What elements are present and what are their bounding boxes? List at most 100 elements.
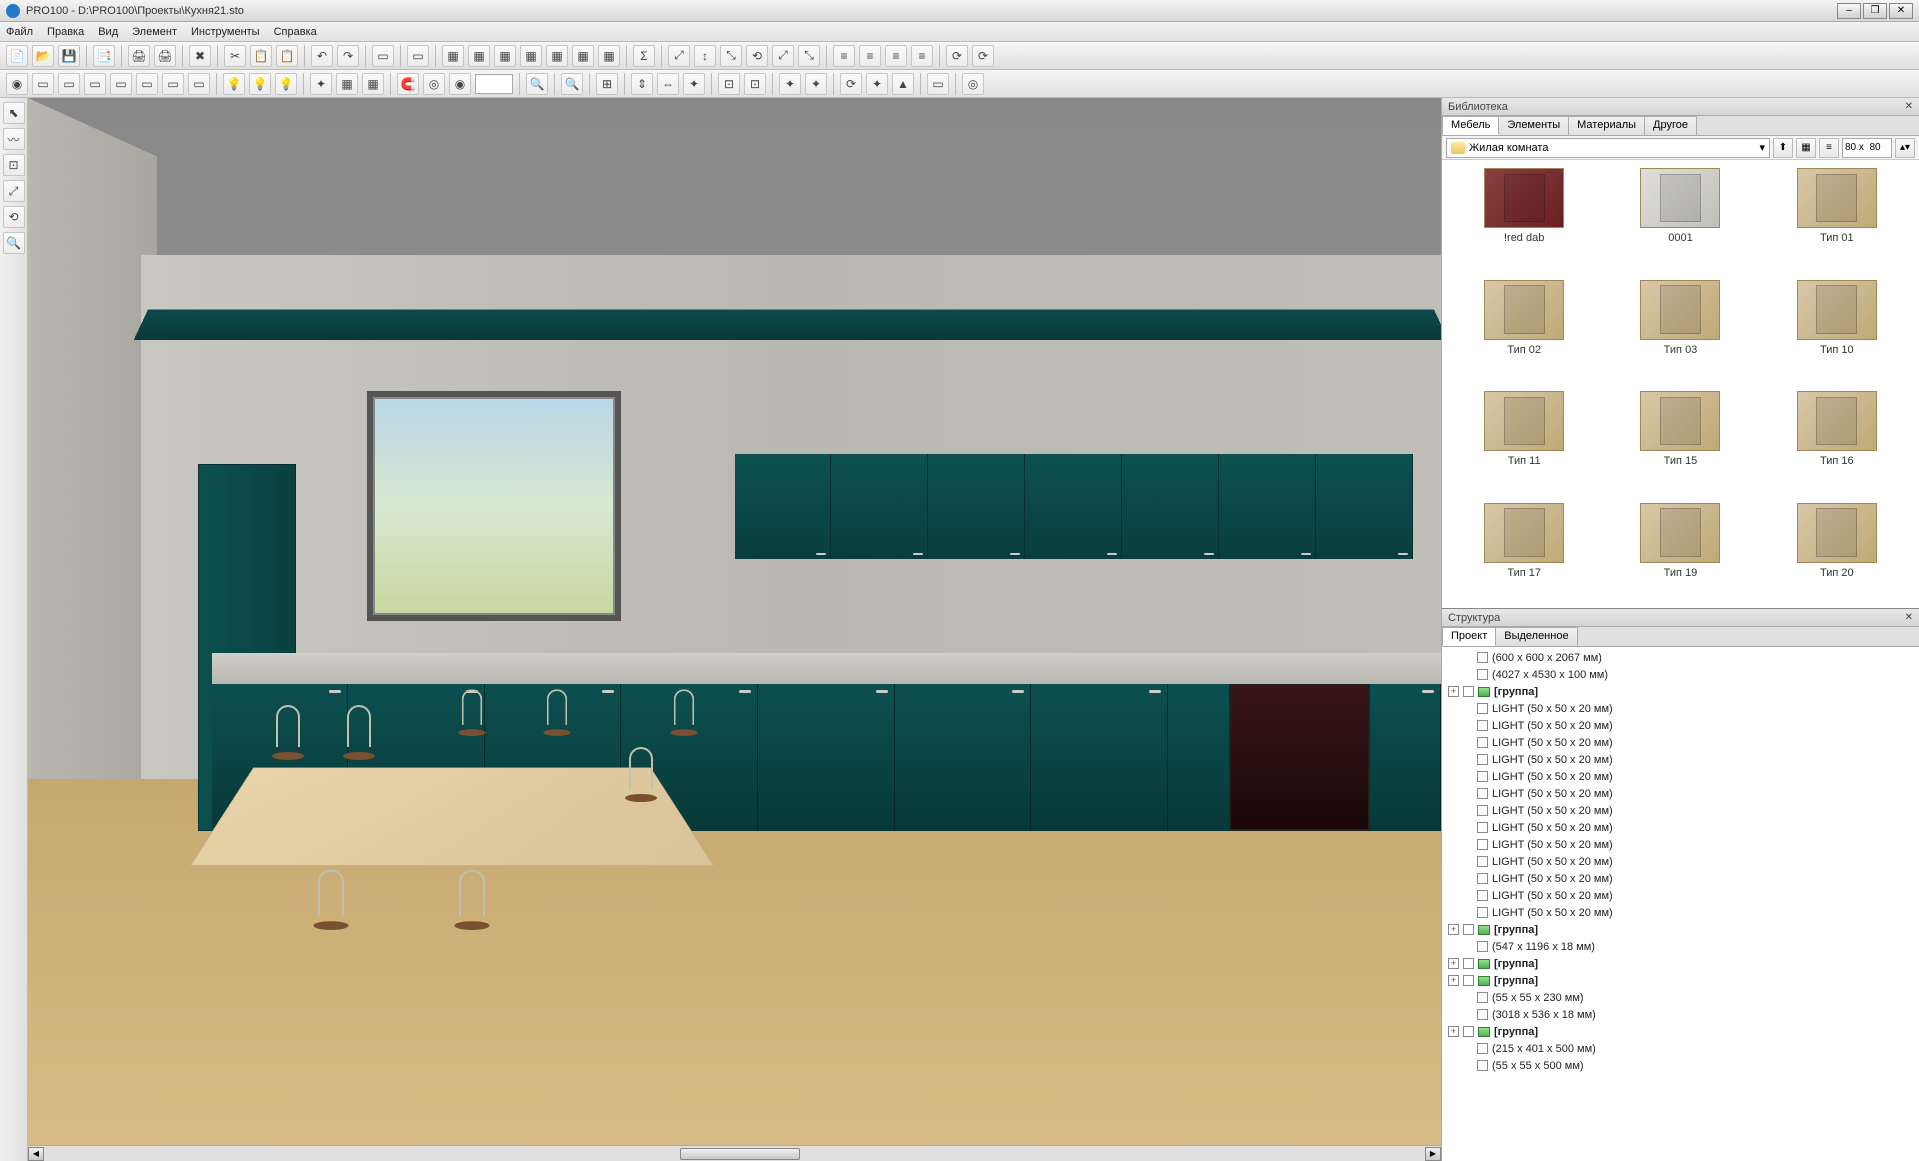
tree-checkbox-icon[interactable] bbox=[1477, 703, 1488, 714]
tree-item-row[interactable]: LIGHT (50 x 50 x 20 мм) bbox=[1444, 904, 1917, 921]
tree-item-row[interactable]: LIGHT (50 x 50 x 20 мм) bbox=[1444, 870, 1917, 887]
toolbar-button[interactable]: ↕ bbox=[694, 45, 716, 67]
menu-файл[interactable]: Файл bbox=[6, 26, 33, 38]
toolbar-button[interactable]: 🔍 bbox=[561, 73, 583, 95]
toolbar-button[interactable]: ✦ bbox=[683, 73, 705, 95]
toolbar-button[interactable]: 📂 bbox=[32, 45, 54, 67]
toolbar-button[interactable]: ≡ bbox=[885, 45, 907, 67]
library-item[interactable]: Тип 02 bbox=[1450, 280, 1598, 378]
tree-item-row[interactable]: (547 x 1196 x 18 мм) bbox=[1444, 938, 1917, 955]
library-item[interactable]: Тип 20 bbox=[1763, 503, 1911, 601]
toolbar-button[interactable]: ▦ bbox=[442, 45, 464, 67]
library-tab-1[interactable]: Элементы bbox=[1498, 116, 1569, 135]
scroll-thumb[interactable] bbox=[680, 1148, 800, 1160]
left-tool-button[interactable]: ⊡ bbox=[3, 154, 25, 176]
tree-item-row[interactable]: LIGHT (50 x 50 x 20 мм) bbox=[1444, 717, 1917, 734]
toolbar-button[interactable]: ▭ bbox=[372, 45, 394, 67]
toolbar-button[interactable]: ▭ bbox=[407, 45, 429, 67]
tree-item-row[interactable]: LIGHT (50 x 50 x 20 мм) bbox=[1444, 700, 1917, 717]
toolbar-button[interactable]: ↶ bbox=[311, 45, 333, 67]
toolbar-button[interactable]: Σ bbox=[633, 45, 655, 67]
scroll-right-arrow[interactable]: ▶ bbox=[1425, 1147, 1441, 1161]
toolbar-button[interactable]: ▦ bbox=[336, 73, 358, 95]
toolbar-button[interactable]: ⟳ bbox=[972, 45, 994, 67]
horizontal-scrollbar[interactable]: ◀ ▶ bbox=[28, 1145, 1441, 1161]
toolbar-button[interactable]: ▦ bbox=[598, 45, 620, 67]
tree-item-row[interactable]: LIGHT (50 x 50 x 20 мм) bbox=[1444, 836, 1917, 853]
toolbar-button[interactable]: ▭ bbox=[162, 73, 184, 95]
tree-item-row[interactable]: LIGHT (50 x 50 x 20 мм) bbox=[1444, 802, 1917, 819]
toolbar-button[interactable]: ◉ bbox=[449, 73, 471, 95]
toolbar-button[interactable]: ⊞ bbox=[596, 73, 618, 95]
toolbar-button[interactable]: ▦ bbox=[546, 45, 568, 67]
library-item[interactable]: Тип 17 bbox=[1450, 503, 1598, 601]
up-folder-button[interactable]: ⬆ bbox=[1773, 138, 1793, 158]
toolbar-button[interactable]: ▭ bbox=[110, 73, 132, 95]
tree-checkbox-icon[interactable] bbox=[1477, 788, 1488, 799]
left-tool-button[interactable]: ⬉ bbox=[3, 102, 25, 124]
tree-checkbox-icon[interactable] bbox=[1477, 907, 1488, 918]
library-path-combo[interactable]: Жилая комната ▾ bbox=[1446, 138, 1770, 158]
toolbar-button[interactable]: ▦ bbox=[362, 73, 384, 95]
toolbar-button[interactable]: ▦ bbox=[572, 45, 594, 67]
library-tab-3[interactable]: Другое bbox=[1644, 116, 1697, 135]
toolbar-button[interactable]: ▭ bbox=[927, 73, 949, 95]
tree-checkbox-icon[interactable] bbox=[1477, 652, 1488, 663]
toolbar-button[interactable]: ⊡ bbox=[744, 73, 766, 95]
toolbar-button[interactable]: ⤢ bbox=[668, 45, 690, 67]
library-item[interactable]: Тип 01 bbox=[1763, 168, 1911, 266]
thumbnail-size-input[interactable] bbox=[1842, 138, 1892, 158]
maximize-button[interactable]: ❐ bbox=[1863, 3, 1887, 19]
toolbar-button[interactable]: 📋 bbox=[276, 45, 298, 67]
library-close-icon[interactable]: ✕ bbox=[1905, 101, 1913, 112]
tree-checkbox-icon[interactable] bbox=[1477, 754, 1488, 765]
toolbar-button[interactable]: ▭ bbox=[188, 73, 210, 95]
toolbar-button[interactable]: ▦ bbox=[468, 45, 490, 67]
scroll-left-arrow[interactable]: ◀ bbox=[28, 1147, 44, 1161]
tree-expander-icon[interactable]: + bbox=[1448, 686, 1459, 697]
tree-expander-icon[interactable]: + bbox=[1448, 1026, 1459, 1037]
tree-checkbox-icon[interactable] bbox=[1477, 737, 1488, 748]
tree-checkbox-icon[interactable] bbox=[1477, 1009, 1488, 1020]
library-item[interactable]: Тип 16 bbox=[1763, 391, 1911, 489]
library-item[interactable]: Тип 03 bbox=[1606, 280, 1754, 378]
toolbar-button[interactable]: 💡 bbox=[223, 73, 245, 95]
toolbar-button[interactable]: 🧲 bbox=[397, 73, 419, 95]
toolbar-button[interactable]: ⊡ bbox=[718, 73, 740, 95]
toolbar-button[interactable]: ✦ bbox=[779, 73, 801, 95]
tree-checkbox-icon[interactable] bbox=[1477, 771, 1488, 782]
toolbar-button[interactable]: ▦ bbox=[520, 45, 542, 67]
library-item[interactable]: Тип 19 bbox=[1606, 503, 1754, 601]
tree-item-row[interactable]: (55 x 55 x 230 мм) bbox=[1444, 989, 1917, 1006]
toolbar-button[interactable]: ⇔ bbox=[657, 73, 679, 95]
library-tab-2[interactable]: Материалы bbox=[1568, 116, 1645, 135]
tree-group-row[interactable]: +[группа] bbox=[1444, 921, 1917, 938]
toolbar-button[interactable]: ◉ bbox=[6, 73, 28, 95]
tree-group-row[interactable]: +[группа] bbox=[1444, 1023, 1917, 1040]
toolbar-button[interactable]: ≡ bbox=[833, 45, 855, 67]
tree-item-row[interactable]: LIGHT (50 x 50 x 20 мм) bbox=[1444, 887, 1917, 904]
tree-expander-icon[interactable]: + bbox=[1448, 958, 1459, 969]
library-item[interactable]: !red dab bbox=[1450, 168, 1598, 266]
tree-item-row[interactable]: LIGHT (50 x 50 x 20 мм) bbox=[1444, 768, 1917, 785]
view-list-button[interactable]: ≡ bbox=[1819, 138, 1839, 158]
toolbar-button[interactable]: ▭ bbox=[84, 73, 106, 95]
tree-checkbox-icon[interactable] bbox=[1463, 1026, 1474, 1037]
toolbar-button[interactable]: 🖨 bbox=[128, 45, 150, 67]
toolbar-button[interactable]: 💡 bbox=[275, 73, 297, 95]
toolbar-button[interactable]: ↷ bbox=[337, 45, 359, 67]
toolbar-button[interactable]: ▭ bbox=[136, 73, 158, 95]
tree-item-row[interactable]: (4027 x 4530 x 100 мм) bbox=[1444, 666, 1917, 683]
toolbar-button[interactable]: ✦ bbox=[805, 73, 827, 95]
toolbar-button[interactable]: 📋 bbox=[250, 45, 272, 67]
tree-checkbox-icon[interactable] bbox=[1477, 839, 1488, 850]
chevron-down-icon[interactable]: ▾ bbox=[1759, 141, 1765, 154]
structure-tab-1[interactable]: Выделенное bbox=[1495, 627, 1577, 646]
toolbar-button[interactable]: ✦ bbox=[310, 73, 332, 95]
library-tab-0[interactable]: Мебель bbox=[1442, 116, 1499, 135]
tree-group-row[interactable]: +[группа] bbox=[1444, 683, 1917, 700]
tree-checkbox-icon[interactable] bbox=[1477, 941, 1488, 952]
tree-item-row[interactable]: LIGHT (50 x 50 x 20 мм) bbox=[1444, 785, 1917, 802]
tree-checkbox-icon[interactable] bbox=[1477, 992, 1488, 1003]
library-item[interactable]: Тип 10 bbox=[1763, 280, 1911, 378]
